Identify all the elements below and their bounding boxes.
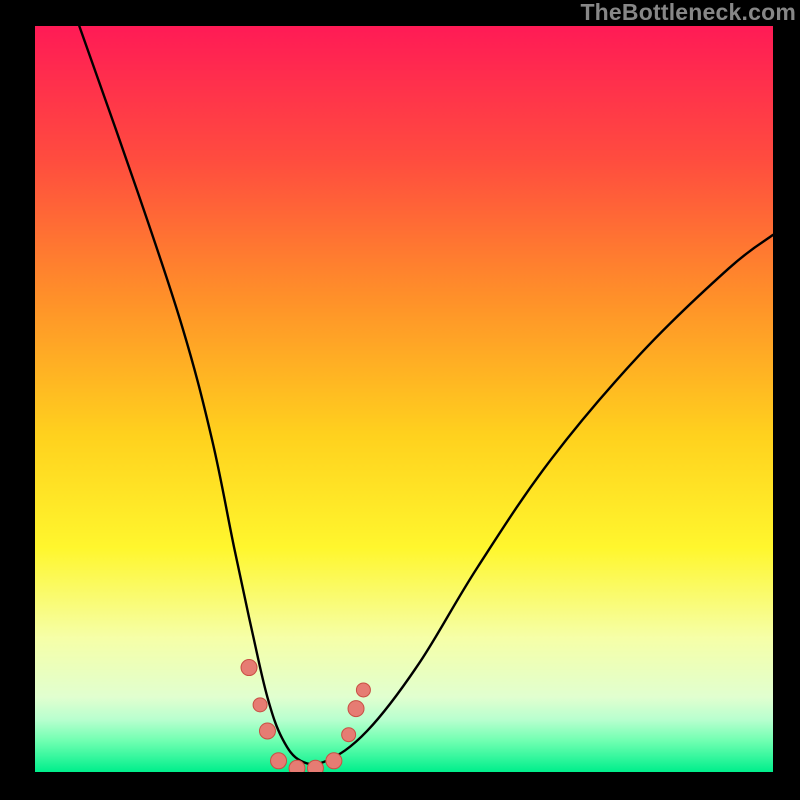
curve-marker	[342, 728, 356, 742]
curve-marker	[289, 760, 305, 772]
curve-marker	[348, 701, 364, 717]
curve-marker	[259, 723, 275, 739]
frame: TheBottleneck.com	[0, 0, 800, 800]
curve-markers	[241, 660, 370, 772]
curve-marker	[326, 753, 342, 769]
curve-marker	[307, 760, 323, 772]
curve-layer	[35, 26, 773, 772]
curve-marker	[241, 660, 257, 676]
bottleneck-curve	[79, 26, 773, 764]
watermark-text: TheBottleneck.com	[580, 0, 796, 26]
curve-marker	[253, 698, 267, 712]
curve-marker	[356, 683, 370, 697]
curve-marker	[271, 753, 287, 769]
plot-area	[35, 26, 773, 772]
